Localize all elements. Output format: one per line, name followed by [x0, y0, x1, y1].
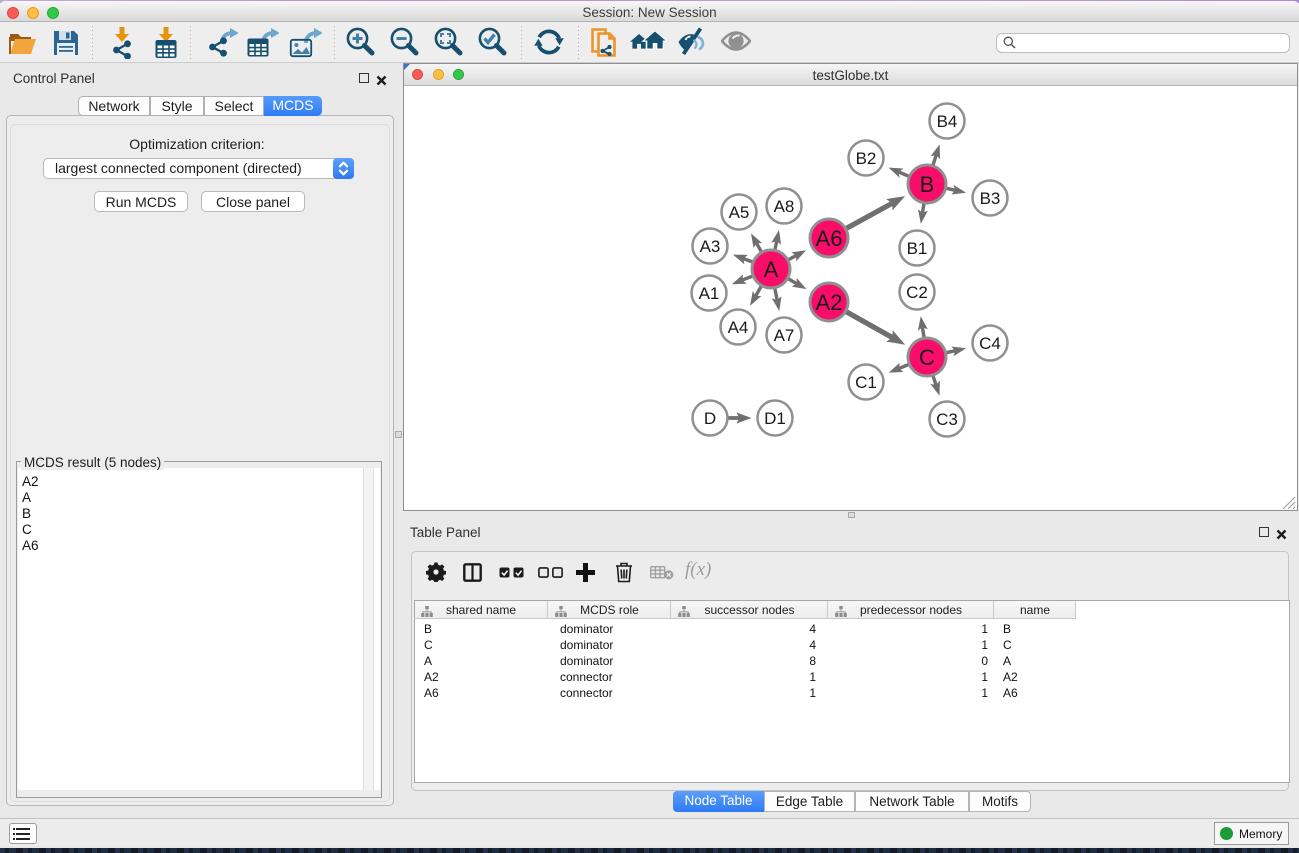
svg-text:A: A [764, 257, 779, 282]
svg-text:D1: D1 [764, 409, 786, 428]
svg-text:B: B [920, 172, 935, 197]
svg-text:C: C [919, 345, 935, 370]
svg-text:D: D [704, 409, 716, 428]
svg-text:C4: C4 [979, 334, 1001, 353]
svg-text:B2: B2 [856, 149, 877, 168]
svg-text:A3: A3 [700, 237, 721, 256]
svg-text:C2: C2 [906, 283, 928, 302]
svg-text:A1: A1 [699, 284, 720, 303]
svg-text:A6: A6 [816, 226, 843, 251]
svg-text:C3: C3 [936, 410, 958, 429]
svg-text:B4: B4 [937, 112, 958, 131]
svg-text:A4: A4 [728, 318, 749, 337]
svg-text:A2: A2 [816, 290, 843, 315]
svg-text:A5: A5 [729, 203, 750, 222]
svg-text:C1: C1 [855, 373, 877, 392]
svg-text:B3: B3 [980, 189, 1001, 208]
svg-text:A7: A7 [774, 326, 795, 345]
svg-text:B1: B1 [907, 239, 928, 258]
svg-text:A8: A8 [774, 197, 795, 216]
